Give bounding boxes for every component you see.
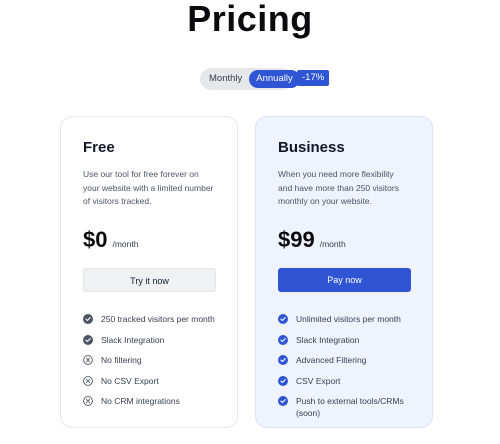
feature-item: No CRM integrations	[83, 395, 215, 407]
feature-item: Unlimited visitors per month	[278, 313, 410, 325]
page-title: Pricing	[187, 0, 313, 39]
feature-text: No filtering	[101, 355, 142, 365]
feature-text: No CSV Export	[101, 375, 159, 386]
feature-text: Slack Integration	[296, 334, 360, 345]
check-circle-icon	[83, 314, 93, 324]
plan-price: $99	[278, 227, 315, 252]
feature-item: Push to external tools/CRMs (soon)	[278, 395, 410, 419]
feature-item: Slack Integration	[278, 334, 410, 346]
feature-text: Slack Integration	[101, 334, 165, 345]
feature-item: No filtering	[83, 354, 215, 366]
toggle-monthly[interactable]: Monthly	[202, 70, 249, 88]
x-circle-icon	[83, 375, 93, 386]
plan-card-business: Business When you need more flexibility …	[255, 116, 433, 428]
check-circle-icon	[278, 334, 288, 345]
feature-item: Slack Integration	[83, 334, 215, 346]
plan-name: Free	[83, 139, 115, 156]
feature-text: Unlimited visitors per month	[296, 314, 401, 324]
billing-toggle[interactable]: Monthly Annually	[200, 68, 300, 90]
feature-item: 250 tracked visitors per month	[83, 313, 215, 325]
pay-now-button[interactable]: Pay now	[278, 268, 411, 292]
price-row: $99 /month	[278, 227, 410, 253]
feature-list: Unlimited visitors per month Slack Integr…	[278, 313, 410, 419]
feature-item: CSV Export	[278, 375, 410, 387]
feature-text: Push to external tools/CRMs (soon)	[296, 396, 404, 418]
plan-price: $0	[83, 227, 108, 252]
x-circle-icon	[83, 355, 93, 365]
feature-item: No CSV Export	[83, 375, 215, 387]
price-row: $0 /month	[83, 227, 215, 253]
discount-badge: -17%	[297, 70, 330, 86]
feature-text: CSV Export	[296, 375, 341, 386]
feature-text: No CRM integrations	[101, 396, 180, 406]
plan-period: /month	[112, 239, 139, 249]
x-circle-icon	[83, 396, 93, 406]
check-circle-icon	[278, 396, 288, 406]
feature-list: 250 tracked visitors per month Slack Inte…	[83, 313, 215, 407]
check-circle-icon	[83, 334, 93, 345]
plan-description: Use our tool for free forever on your we…	[83, 169, 214, 206]
feature-text: 250 tracked visitors per month	[101, 314, 215, 324]
feature-item: Advanced Filtering	[278, 354, 410, 366]
check-circle-icon	[278, 355, 288, 365]
try-it-now-button[interactable]: Try it now	[83, 268, 216, 292]
plan-name: Business	[278, 139, 345, 156]
plan-description: When you need more flexibility and have …	[278, 169, 399, 206]
check-circle-icon	[278, 375, 288, 386]
check-circle-icon	[278, 314, 288, 324]
plan-card-free: Free Use our tool for free forever on yo…	[60, 116, 238, 428]
feature-text: Advanced Filtering	[296, 355, 367, 365]
toggle-annually[interactable]: Annually	[249, 70, 300, 88]
plan-period: /month	[319, 239, 346, 249]
